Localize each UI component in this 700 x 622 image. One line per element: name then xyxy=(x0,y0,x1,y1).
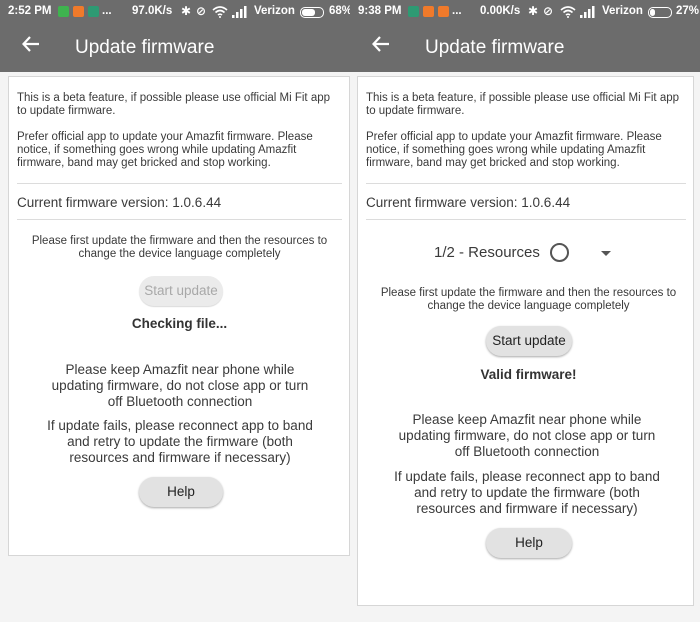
app-notification-icon xyxy=(408,6,419,17)
wifi-icon xyxy=(212,6,228,18)
bluetooth-icon: ✱ xyxy=(528,4,539,18)
firmware-card: This is a beta feature, if possible plea… xyxy=(357,76,694,606)
status-time: 2:52 PM xyxy=(8,5,52,17)
firmware-part-spinner[interactable]: 1/2 - Resources xyxy=(358,242,693,266)
current-firmware-version: Current firmware version: 1.0.6.44 xyxy=(366,195,571,210)
battery-percent: 68% xyxy=(329,5,350,17)
help-button[interactable]: Help xyxy=(486,528,572,558)
help-button[interactable]: Help xyxy=(139,477,223,507)
beta-notice: This is a beta feature, if possible plea… xyxy=(17,92,331,117)
status-message: Valid firmware! xyxy=(480,367,577,382)
first-update-notice: Please first update the firmware and the… xyxy=(31,235,328,260)
warning-notice: Prefer official app to update your Amazf… xyxy=(366,131,662,169)
back-arrow-icon[interactable] xyxy=(371,34,390,58)
signal-icon xyxy=(232,6,247,18)
wifi-icon xyxy=(560,6,576,18)
if-fails-notice: If update fails, please reconnect app to… xyxy=(394,469,660,516)
app-bar: Update firmware xyxy=(350,24,700,72)
battery-percent: 27% xyxy=(676,5,700,17)
battery-icon xyxy=(300,7,324,18)
battery-icon xyxy=(648,7,672,18)
status-bar: 9:38 PM ... 0.00K/s ✱ ⊘ Verizon 27% xyxy=(350,0,700,24)
bluetooth-icon: ✱ xyxy=(181,4,192,18)
start-update-button[interactable]: Start update xyxy=(139,276,223,306)
divider xyxy=(366,183,686,184)
firmware-card: This is a beta feature, if possible plea… xyxy=(8,76,350,556)
if-fails-notice: If update fails, please reconnect app to… xyxy=(47,418,313,465)
divider xyxy=(17,183,342,184)
mute-icon: ⊘ xyxy=(543,4,554,18)
start-update-button[interactable]: Start update xyxy=(486,326,572,356)
warning-notice: Prefer official app to update your Amazf… xyxy=(17,131,313,169)
app-notification-icon xyxy=(73,6,84,17)
screenshot-pair: 2:52 PM ... 97.0K/s ✱ ⊘ Verizon 68% Upda… xyxy=(0,0,700,622)
app-bar: Update firmware xyxy=(0,24,350,72)
status-speed: 97.0K/s xyxy=(132,5,173,17)
beta-notice: This is a beta feature, if possible plea… xyxy=(366,92,680,117)
app-notification-icon xyxy=(58,6,69,17)
carrier-name: Verizon xyxy=(602,5,643,17)
status-more: ... xyxy=(452,5,462,17)
divider xyxy=(17,219,342,220)
status-time: 9:38 PM xyxy=(358,5,402,17)
page-title: Update firmware xyxy=(425,37,565,58)
app-notification-icon xyxy=(438,6,449,17)
app-notification-icon xyxy=(88,6,99,17)
app-notification-icon xyxy=(423,6,434,17)
phone-right: 9:38 PM ... 0.00K/s ✱ ⊘ Verizon 27% Upda… xyxy=(350,0,700,622)
phone-left: 2:52 PM ... 97.0K/s ✱ ⊘ Verizon 68% Upda… xyxy=(0,0,350,622)
signal-icon xyxy=(580,6,595,18)
keep-near-notice: Please keep Amazfit near phone while upd… xyxy=(398,412,656,459)
dropdown-arrow-icon[interactable] xyxy=(601,251,611,256)
status-bar: 2:52 PM ... 97.0K/s ✱ ⊘ Verizon 68% xyxy=(0,0,350,24)
mute-icon: ⊘ xyxy=(196,4,207,18)
back-arrow-icon[interactable] xyxy=(21,34,40,58)
keep-near-notice: Please keep Amazfit near phone while upd… xyxy=(51,362,309,409)
first-update-notice: Please first update the firmware and the… xyxy=(380,287,677,312)
status-message: Checking file... xyxy=(131,316,228,331)
divider xyxy=(366,219,686,220)
page-title: Update firmware xyxy=(75,37,215,58)
current-firmware-version: Current firmware version: 1.0.6.44 xyxy=(17,195,222,210)
status-more: ... xyxy=(102,5,112,17)
status-speed: 0.00K/s xyxy=(480,5,521,17)
carrier-name: Verizon xyxy=(254,5,295,17)
radio-icon[interactable] xyxy=(550,243,569,262)
spinner-value: 1/2 - Resources xyxy=(434,244,540,261)
